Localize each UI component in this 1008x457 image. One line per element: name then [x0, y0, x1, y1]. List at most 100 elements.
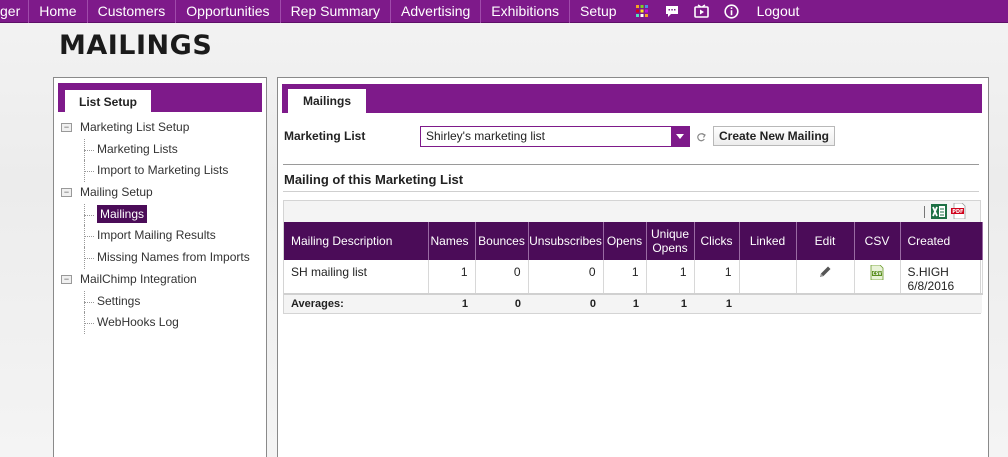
- collapse-icon[interactable]: −: [61, 274, 72, 284]
- pencil-icon[interactable]: [818, 266, 832, 282]
- tree-node-settings[interactable]: Settings: [60, 290, 260, 313]
- tree-node-label[interactable]: Import Mailing Results: [97, 228, 216, 242]
- tree-node-mailing-setup[interactable]: − Mailing Setup: [60, 182, 260, 204]
- grid-icon[interactable]: [627, 0, 657, 23]
- nav-item-manager[interactable]: ger: [0, 0, 30, 23]
- collapse-icon[interactable]: −: [61, 123, 72, 132]
- csv-file-icon[interactable]: CSV: [870, 264, 884, 283]
- top-navigation-bar: ger Home Customers Opportunities Rep Sum…: [0, 0, 1008, 23]
- left-panel-header: List Setup: [58, 83, 262, 112]
- tree-node-mailchimp-integration[interactable]: − MailChimp Integration: [60, 269, 260, 291]
- marketing-list-selected-value: Shirley's marketing list: [426, 129, 545, 143]
- column-header-csv: CSV: [854, 222, 901, 260]
- dropdown-arrow-icon[interactable]: [671, 127, 689, 146]
- divider: [283, 164, 979, 165]
- marketing-list-label: Marketing List: [284, 129, 366, 143]
- nav-item-advertising[interactable]: Advertising: [391, 0, 482, 23]
- cell-clicks: 1: [694, 260, 740, 295]
- svg-text:PDF: PDF: [952, 209, 963, 215]
- cell-linked: [739, 260, 797, 295]
- created-by: S.HIGH: [907, 265, 949, 279]
- column-header-unsubscribes[interactable]: Unsubscribes: [528, 222, 604, 260]
- mailings-table: Mailing Description Names Bounces Unsubs…: [284, 222, 983, 313]
- nav-item-exhibitions[interactable]: Exhibitions: [481, 0, 570, 23]
- table-row[interactable]: SH mailing list 1 0 0 1 1 1 CSV S.HIGH 6…: [284, 260, 983, 295]
- nav-item-opportunities[interactable]: Opportunities: [176, 0, 281, 23]
- video-icon[interactable]: [687, 0, 717, 23]
- nav-item-setup[interactable]: Setup: [570, 0, 627, 23]
- column-header-clicks[interactable]: Clicks: [694, 222, 740, 260]
- column-header-mailing-description[interactable]: Mailing Description: [284, 222, 429, 260]
- main-panel-header: Mailings: [282, 84, 982, 113]
- cell-description: SH mailing list: [284, 260, 429, 295]
- pdf-export-icon[interactable]: PDF: [951, 202, 967, 220]
- tree-node-mailings[interactable]: Mailings: [60, 203, 260, 226]
- tree-node-marketing-lists[interactable]: Marketing Lists: [60, 138, 260, 161]
- avg-unsubscribes: 0: [528, 293, 603, 313]
- cell-csv: CSV: [854, 260, 901, 295]
- tree-node-marketing-list-setup[interactable]: − Marketing List Setup: [60, 117, 260, 139]
- cell-opens: 1: [603, 260, 647, 295]
- cell-names: 1: [428, 260, 476, 295]
- tree-node-label[interactable]: WebHooks Log: [97, 315, 179, 329]
- tree-node-label[interactable]: Mailing Setup: [80, 185, 153, 199]
- cell-unsubscribes: 0: [528, 260, 604, 295]
- excel-export-icon[interactable]: [931, 204, 947, 219]
- left-panel: List Setup − Marketing List Setup Market…: [53, 77, 267, 457]
- column-header-bounces[interactable]: Bounces: [475, 222, 529, 260]
- avg-empty: [900, 293, 982, 313]
- avg-unique-opens: 1: [646, 293, 694, 313]
- chat-icon[interactable]: [657, 0, 687, 23]
- tree-node-import-mailing-results[interactable]: Import Mailing Results: [60, 225, 260, 247]
- nav-item-customers[interactable]: Customers: [88, 0, 177, 23]
- tree-node-label[interactable]: Mailings: [97, 204, 148, 223]
- column-header-unique-opens[interactable]: Unique Opens: [646, 222, 695, 260]
- column-header-created[interactable]: Created: [900, 222, 983, 260]
- tree-node-missing-names-from-imports[interactable]: Missing Names from Imports: [60, 247, 260, 269]
- cell-bounces: 0: [475, 260, 529, 295]
- tree-node-import-to-marketing-lists[interactable]: Import to Marketing Lists: [60, 160, 260, 182]
- avg-empty: [796, 293, 854, 313]
- cell-created: S.HIGH 6/8/2016: [900, 260, 983, 295]
- tree-node-label[interactable]: Missing Names from Imports: [97, 250, 250, 264]
- tree-node-webhooks-log[interactable]: WebHooks Log: [60, 312, 260, 334]
- nav-item-home[interactable]: Home: [29, 0, 88, 23]
- tree-node-label[interactable]: Marketing Lists: [97, 142, 178, 156]
- cell-edit: [796, 260, 855, 295]
- sidebar-tree: − Marketing List Setup Marketing Lists I…: [60, 117, 260, 334]
- created-date: 6/8/2016: [907, 279, 955, 293]
- column-header-opens[interactable]: Opens: [603, 222, 647, 260]
- tab-list-setup[interactable]: List Setup: [64, 89, 153, 112]
- create-new-mailing-button[interactable]: Create New Mailing: [713, 126, 835, 146]
- tree-node-label[interactable]: Marketing List Setup: [80, 120, 189, 134]
- logout-link[interactable]: Logout: [747, 0, 810, 23]
- cell-unique-opens: 1: [646, 260, 695, 295]
- nav-item-rep-summary[interactable]: Rep Summary: [281, 0, 392, 23]
- tree-node-label[interactable]: Settings: [97, 294, 140, 308]
- averages-label: Averages:: [284, 293, 428, 313]
- averages-row: Averages: 1 0 0 1 1 1: [284, 293, 982, 313]
- main-panel: Mailings Marketing List Shirley's market…: [277, 77, 989, 457]
- section-title: Mailing of this Marketing List: [284, 172, 464, 187]
- divider: [283, 191, 979, 192]
- mailings-grid: PDF Mailing Description Names Bounces Un…: [283, 200, 983, 314]
- collapse-icon[interactable]: −: [61, 188, 72, 198]
- grid-toolbar: PDF: [284, 201, 980, 222]
- tab-mailings[interactable]: Mailings: [288, 89, 367, 113]
- avg-empty: [854, 293, 900, 313]
- page-title: MAILINGS: [59, 30, 213, 61]
- tree-node-label[interactable]: MailChimp Integration: [80, 272, 197, 286]
- table-header-row: Mailing Description Names Bounces Unsubs…: [284, 222, 983, 260]
- marketing-list-select[interactable]: Shirley's marketing list: [420, 126, 690, 147]
- info-icon[interactable]: [717, 0, 747, 23]
- column-header-linked[interactable]: Linked: [739, 222, 797, 260]
- avg-names: 1: [428, 293, 475, 313]
- toolbar-separator: [924, 206, 925, 218]
- refresh-icon[interactable]: [695, 130, 707, 144]
- avg-bounces: 0: [475, 293, 528, 313]
- tree-node-label[interactable]: Import to Marketing Lists: [97, 163, 228, 177]
- avg-empty: [739, 293, 796, 313]
- avg-clicks: 1: [694, 293, 739, 313]
- column-header-names[interactable]: Names: [428, 222, 476, 260]
- avg-opens: 1: [603, 293, 646, 313]
